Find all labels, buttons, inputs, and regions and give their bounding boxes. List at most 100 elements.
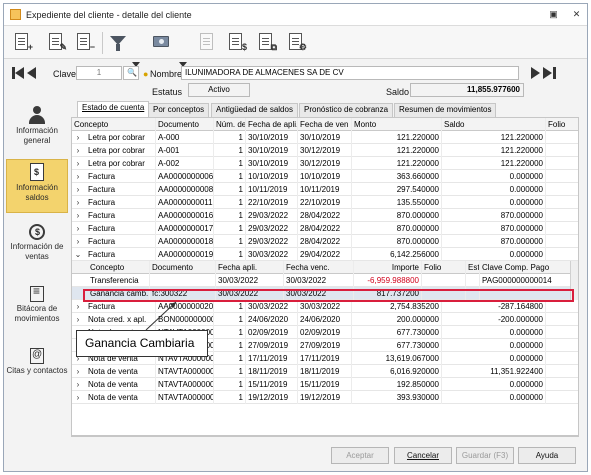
grid-cell bbox=[150, 274, 216, 287]
column-header[interactable]: Concepto bbox=[72, 118, 156, 131]
grid-cell: 0.000000 bbox=[442, 352, 546, 365]
grid-cell: 297.540000 bbox=[352, 183, 442, 196]
table-row[interactable]: › Letra por cobrar A-002 1 30/10/2019 30/12/2… bbox=[72, 157, 578, 170]
title-bar: Expediente del cliente - detalle del cli… bbox=[4, 4, 587, 26]
grid-cell: 11,351.922400 bbox=[442, 365, 546, 378]
table-row[interactable]: › Factura AA0000000017 1 29/03/2022 28/04/202… bbox=[72, 222, 578, 235]
sidebar-item-contactos[interactable]: Citas y contactos bbox=[6, 345, 68, 385]
sidebar-item-saldos[interactable]: Información saldos bbox=[6, 159, 68, 213]
grid-cell bbox=[546, 391, 578, 404]
sidebar-label: ventas bbox=[25, 252, 49, 261]
table-row[interactable]: › Letra por cobrar A-001 1 30/10/2019 30/12/2… bbox=[72, 144, 578, 157]
expand-chevron-icon[interactable]: › bbox=[74, 144, 82, 157]
collapse-chevron-icon[interactable]: ⌄ bbox=[74, 248, 82, 261]
grid-cell: Factura bbox=[86, 222, 156, 235]
table-row[interactable]: › Nota cred. x apl. BON0000000006 1 24/06/20… bbox=[72, 313, 578, 326]
sidebar-label: Información bbox=[16, 183, 58, 192]
subgrid-column-header[interactable]: Concepto bbox=[88, 261, 150, 274]
expand-chevron-icon[interactable]: › bbox=[74, 313, 82, 326]
expand-chevron-icon[interactable]: › bbox=[74, 235, 82, 248]
grid-cell: 15/11/2019 bbox=[298, 378, 352, 391]
prev-record-icon bbox=[27, 67, 36, 79]
next-last-nav[interactable] bbox=[529, 66, 563, 80]
edit-document-button[interactable]: ✎ bbox=[46, 32, 67, 52]
filter-button[interactable] bbox=[108, 32, 128, 52]
expand-chevron-icon[interactable]: › bbox=[74, 391, 82, 404]
first-prev-nav[interactable] bbox=[10, 66, 44, 80]
grid-cell: 30/10/2019 bbox=[246, 157, 298, 170]
subgrid-column-header[interactable]: Importe bbox=[354, 261, 422, 274]
expand-chevron-icon[interactable]: › bbox=[74, 209, 82, 222]
tab-antiguedad-saldos[interactable]: Antigüedad de saldos bbox=[211, 103, 298, 117]
sidebar-item-general[interactable]: Información general bbox=[6, 103, 68, 151]
expand-chevron-icon[interactable]: › bbox=[74, 300, 82, 313]
payments-button[interactable] bbox=[152, 32, 172, 52]
column-header[interactable]: Folio bbox=[546, 118, 578, 131]
expand-chevron-icon[interactable]: › bbox=[74, 365, 82, 378]
delete-document-button[interactable]: − bbox=[74, 32, 95, 52]
expand-chevron-icon[interactable]: › bbox=[74, 131, 82, 144]
grid-cell: 0.000000 bbox=[442, 326, 546, 339]
sidebar-item-ventas[interactable]: Información de ventas bbox=[6, 221, 68, 271]
balance-sheet-icon bbox=[30, 163, 44, 181]
column-header[interactable]: Saldo bbox=[442, 118, 546, 131]
subgrid-row[interactable]: Transferencia 30/03/2022 30/03/2022 -6,959.… bbox=[72, 274, 578, 287]
search-clave-button[interactable]: 🔍 bbox=[123, 66, 139, 80]
subgrid-column-header[interactable]: Clave Comp. Pago bbox=[480, 261, 574, 274]
column-header[interactable]: Fecha de apli. bbox=[246, 118, 298, 131]
table-row[interactable]: › Factura AA0000000018 1 29/03/2022 28/04/202… bbox=[72, 235, 578, 248]
grid-cell bbox=[422, 274, 466, 287]
expand-chevron-icon[interactable]: › bbox=[74, 378, 82, 391]
clave-field[interactable]: 1 bbox=[76, 66, 122, 80]
column-header[interactable]: Núm. de bbox=[214, 118, 246, 131]
grid-cell bbox=[546, 183, 578, 196]
tab-estado-cuenta[interactable]: Estado de cuenta bbox=[77, 101, 150, 117]
table-row[interactable]: ⌄ Factura AA0000000019 1 30/03/2022 29/04/202… bbox=[72, 248, 578, 261]
column-header[interactable]: Documento bbox=[156, 118, 214, 131]
subgrid-column-header[interactable]: Documento bbox=[150, 261, 216, 274]
calculator-button[interactable]: $ bbox=[226, 32, 247, 52]
copy-button[interactable]: ⧉ bbox=[256, 32, 277, 52]
expand-chevron-icon[interactable]: › bbox=[74, 222, 82, 235]
subgrid-column-header[interactable]: Est bbox=[466, 261, 480, 274]
column-header[interactable]: Monto bbox=[352, 118, 442, 131]
toolbar: + ✎ − $ ⧉ ⚙ bbox=[4, 26, 587, 67]
grid-cell: 0.000000 bbox=[442, 248, 546, 261]
expand-chevron-icon[interactable]: › bbox=[74, 196, 82, 209]
maximize-icon[interactable]: ▣ bbox=[548, 9, 559, 20]
subgrid-column-header[interactable]: Folio bbox=[422, 261, 466, 274]
sidebar-item-bitacora[interactable]: Bitácora de movimientos bbox=[6, 283, 68, 333]
new-document-button[interactable]: + bbox=[12, 32, 33, 52]
settings-document-button[interactable]: ⚙ bbox=[286, 32, 307, 52]
table-row[interactable]: › Letra por cobrar A-000 1 30/10/2019 30/10/2… bbox=[72, 131, 578, 144]
expand-chevron-icon[interactable]: › bbox=[74, 157, 82, 170]
expand-chevron-icon[interactable]: › bbox=[74, 183, 82, 196]
cancel-button[interactable]: Cancelar bbox=[394, 447, 452, 464]
accept-button[interactable]: Aceptar bbox=[331, 447, 389, 464]
print-button[interactable] bbox=[197, 32, 217, 52]
grid-cell: Nota de venta bbox=[86, 391, 156, 404]
nombre-field[interactable]: ILUNIMADORA DE ALMACENES SA DE CV bbox=[181, 66, 519, 80]
contacts-icon bbox=[30, 348, 44, 364]
table-row[interactable]: › Nota de venta NTAVTA000000 1 19/12/2019 19/… bbox=[72, 391, 578, 404]
subgrid-column-header[interactable]: Fecha venc. bbox=[284, 261, 354, 274]
grid-cell: 677.730000 bbox=[352, 326, 442, 339]
sidebar-label: Información de bbox=[10, 242, 64, 251]
save-button[interactable]: Guardar (F3) bbox=[456, 447, 514, 464]
table-row[interactable]: › Nota de venta NTAVTA000000 1 15/11/2019 15/… bbox=[72, 378, 578, 391]
tab-pronostico-cobranza[interactable]: Pronóstico de cobranza bbox=[299, 103, 394, 117]
tab-resumen-movimientos[interactable]: Resumen de movimientos bbox=[394, 103, 497, 117]
expand-chevron-icon[interactable]: › bbox=[74, 170, 82, 183]
table-row[interactable]: › Factura AA0000000016 1 29/03/2022 28/04/202… bbox=[72, 209, 578, 222]
table-row[interactable]: › Factura AA0000000006 1 10/10/2019 10/10/201… bbox=[72, 170, 578, 183]
tab-por-conceptos[interactable]: Por conceptos bbox=[148, 103, 210, 117]
column-header[interactable]: Fecha de ven bbox=[298, 118, 352, 131]
table-row[interactable]: › Nota de venta NTAVTA000000 1 18/11/2019 18/… bbox=[72, 365, 578, 378]
close-icon[interactable]: ✕ bbox=[571, 9, 582, 20]
subgrid-column-header[interactable]: Fecha apli. bbox=[216, 261, 284, 274]
grid-cell bbox=[546, 157, 578, 170]
table-row[interactable]: › Factura AA0000000011 1 22/10/2019 22/10/201… bbox=[72, 196, 578, 209]
table-row[interactable]: › Factura AA0000000008 1 10/11/2019 10/11/201… bbox=[72, 183, 578, 196]
grid-cell: 1 bbox=[214, 248, 246, 261]
help-button[interactable]: Ayuda bbox=[518, 447, 576, 464]
